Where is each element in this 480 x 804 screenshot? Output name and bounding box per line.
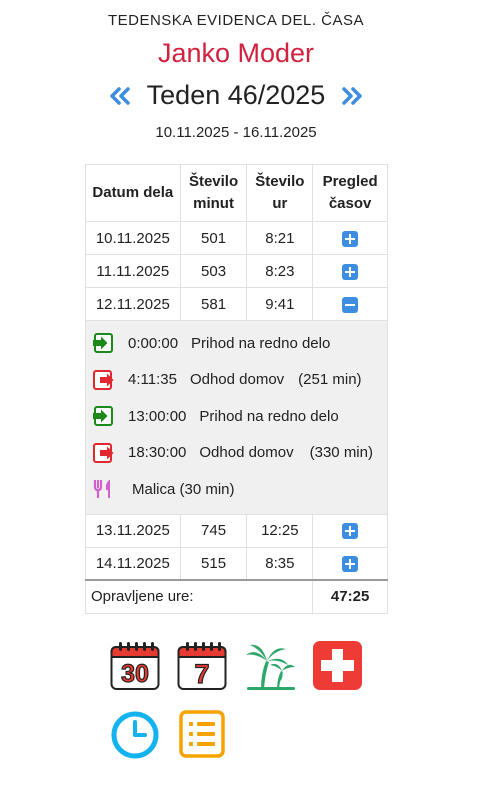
row-date: 14.11.2025 xyxy=(85,546,181,581)
entry-time: 18:30:00 xyxy=(128,444,187,462)
entry-time: 13:00:00 xyxy=(128,407,187,425)
table-row: 13.11.2025 745 12:25 xyxy=(85,513,388,548)
row-minutes: 503 xyxy=(179,254,248,288)
double-chevron-left-icon[interactable] xyxy=(107,83,133,109)
time-entry: Malica (30 min) xyxy=(86,471,387,508)
row-minutes: 581 xyxy=(179,287,248,321)
list-icon[interactable] xyxy=(179,710,225,758)
header-overview: Pregled časov xyxy=(312,164,388,222)
row-hours: 8:35 xyxy=(246,546,314,581)
header-hours: Število ur xyxy=(246,164,314,222)
entry-text: Odhod domov xyxy=(199,444,294,462)
entry-text: Prihod na redno delo xyxy=(191,334,331,352)
entry-duration: (251 min) xyxy=(298,371,362,389)
total-row: Opravljene ure: 47:25 xyxy=(84,579,388,614)
row-date: 13.11.2025 xyxy=(85,513,181,548)
time-entry: 0:00:00 Prihod na redno delo xyxy=(86,325,387,362)
collapse-minus-icon[interactable] xyxy=(342,296,359,313)
time-entries-list: 0:00:00 Prihod na redno delo 4:11:35 Odh… xyxy=(86,321,387,514)
row-hours: 9:41 xyxy=(246,287,314,321)
week-navigation: Teden 46/2025 xyxy=(0,80,472,111)
table-row: 12.11.2025 581 9:41 xyxy=(85,287,388,321)
week-title: Teden 46/2025 xyxy=(146,80,326,110)
sign-out-icon xyxy=(93,369,114,390)
table-header-row: Datum dela Število minut Število ur Preg… xyxy=(85,164,388,222)
header-minutes: Število minut xyxy=(179,164,248,222)
entry-time: 0:00:00 xyxy=(128,334,179,352)
sign-in-icon xyxy=(93,406,113,427)
row-minutes: 515 xyxy=(179,546,248,581)
hours-table: Datum dela Število minut Število ur Preg… xyxy=(84,164,388,614)
week-date-range: 10.11.2025 - 16.11.2025 xyxy=(155,124,317,141)
employee-name: Janko Moder xyxy=(157,38,315,68)
expand-plus-icon[interactable] xyxy=(342,555,359,572)
vacation-palm-icon[interactable] xyxy=(244,641,296,691)
time-entry: 4:11:35 Odhod domov (251 min) xyxy=(86,362,387,399)
calendar-week-icon[interactable]: 7 xyxy=(177,641,227,691)
entry-text: Odhod domov xyxy=(189,371,285,389)
page-subtitle: TEDENSKA EVIDENCA DEL. ČASA xyxy=(107,12,365,29)
row-date: 10.11.2025 xyxy=(85,221,181,255)
entry-text: Prihod na redno delo xyxy=(199,407,339,425)
row-minutes: 745 xyxy=(179,513,248,548)
utensils-icon xyxy=(93,480,110,499)
calendar-month-label: 30 xyxy=(121,660,149,688)
expand-plus-icon[interactable] xyxy=(342,523,359,540)
row-date: 12.11.2025 xyxy=(85,287,181,321)
row-date: 11.11.2025 xyxy=(85,254,181,288)
row-minutes: 501 xyxy=(179,221,248,255)
row-hours: 8:23 xyxy=(246,254,314,288)
entry-duration: (330 min) xyxy=(309,444,373,462)
time-entry: 18:30:00 Odhod domov (330 min) xyxy=(86,435,387,472)
total-label: Opravljene ure: xyxy=(84,579,314,614)
row-hours: 8:21 xyxy=(246,221,314,255)
clock-icon[interactable] xyxy=(110,710,160,760)
sick-leave-cross-icon[interactable] xyxy=(313,641,362,690)
expand-plus-icon[interactable] xyxy=(342,263,359,280)
calendar-week-label: 7 xyxy=(194,659,209,689)
calendar-month-icon[interactable]: 30 xyxy=(110,641,160,691)
row-hours: 12:25 xyxy=(246,513,314,548)
time-entry: 13:00:00 Prihod na redno delo xyxy=(86,398,387,435)
table-row: 10.11.2025 501 8:21 xyxy=(85,221,388,255)
double-chevron-right-icon[interactable] xyxy=(339,83,365,109)
entry-time: 4:11:35 xyxy=(128,371,177,389)
sign-in-icon xyxy=(93,333,113,354)
table-row: 11.11.2025 503 8:23 xyxy=(85,254,388,288)
table-row: 14.11.2025 515 8:35 xyxy=(85,546,388,581)
sign-out-icon xyxy=(93,442,114,463)
day-detail-row: 0:00:00 Prihod na redno delo 4:11:35 Odh… xyxy=(85,320,388,515)
header-date: Datum dela xyxy=(85,164,181,222)
expand-plus-icon[interactable] xyxy=(342,230,359,247)
total-hours: 47:25 xyxy=(312,579,388,614)
entry-text: Malica (30 min) xyxy=(132,480,235,498)
